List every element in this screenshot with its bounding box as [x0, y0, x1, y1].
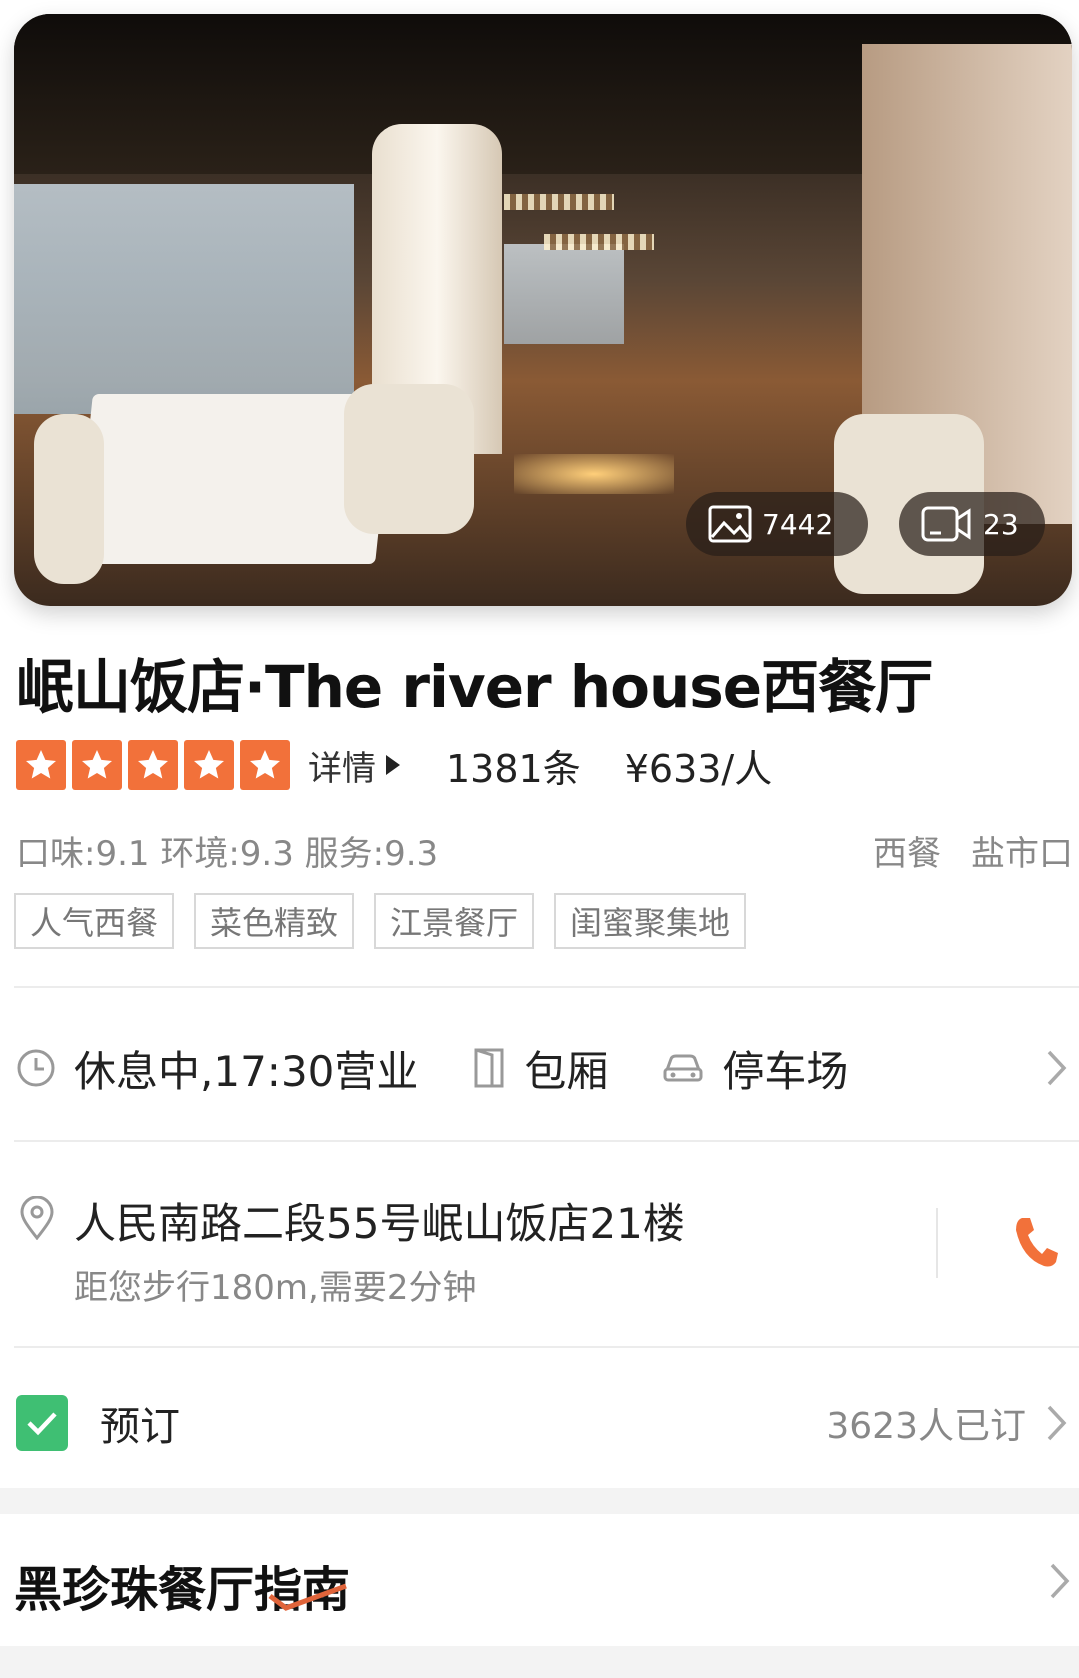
divider — [14, 1140, 1079, 1142]
tag-item[interactable]: 人气西餐 — [14, 893, 175, 949]
star-icon — [16, 740, 66, 790]
checkmark-icon — [16, 1395, 68, 1451]
photo-floor-reflection — [514, 454, 674, 494]
section-separator — [0, 1646, 1079, 1678]
walking-distance: 距您步行180m,需要2分钟 — [74, 1268, 477, 1308]
area-label: 盐市口 — [971, 834, 1073, 874]
private-room-item: 包厢 — [472, 1038, 608, 1099]
photo-window — [14, 184, 354, 414]
checkmark-accent-icon — [268, 1583, 347, 1611]
photo-light — [544, 234, 654, 250]
star-icon — [240, 740, 290, 790]
star-rating — [16, 740, 296, 790]
tag-item[interactable]: 菜色精致 — [194, 893, 355, 949]
chevron-right-icon[interactable] — [1049, 1562, 1071, 1600]
video-count: 23 — [983, 507, 1019, 541]
hours-text: 休息中,17:30营业 — [74, 1046, 419, 1096]
photo-light — [504, 194, 614, 210]
photo-count-button[interactable]: 7442 — [686, 492, 868, 556]
tag-list: 人气西餐 菜色精致 江景餐厅 闺蜜聚集地 — [14, 893, 747, 949]
video-count-button[interactable]: 23 — [899, 492, 1045, 556]
video-icon — [921, 506, 971, 542]
location-pin-icon — [20, 1196, 54, 1240]
hours-item: 休息中,17:30营业 — [16, 1038, 418, 1099]
chevron-right-icon — [1047, 1050, 1067, 1086]
address-row[interactable]: 人民南路二段55号岷山饭店21楼 距您步行180m,需要2分钟 — [16, 1188, 1076, 1328]
tag-item[interactable]: 闺蜜聚集地 — [554, 893, 747, 949]
photo-chair — [344, 384, 474, 534]
photo-chair — [34, 414, 104, 584]
parking-text: 停车场 — [722, 1046, 849, 1096]
photo-count: 7442 — [762, 507, 834, 541]
chevron-right-icon — [1047, 1405, 1067, 1441]
phone-icon[interactable] — [1012, 1214, 1060, 1270]
star-icon — [184, 740, 234, 790]
facilities-row[interactable]: 休息中,17:30营业 包厢 停车场 — [16, 1038, 1076, 1098]
review-count: 1381条 — [446, 746, 581, 791]
divider-vertical — [936, 1208, 938, 1278]
restaurant-name: 岷山饭店·The river house西餐厅 — [16, 653, 933, 721]
divider — [14, 986, 1079, 988]
divider — [14, 1346, 1079, 1348]
star-icon — [72, 740, 122, 790]
booking-count: 3623人已订 — [826, 1406, 1026, 1447]
private-room-text: 包厢 — [524, 1046, 609, 1096]
image-icon — [708, 505, 752, 543]
rating-row: 详情 1381条 ¥633/人 — [16, 738, 772, 792]
door-icon — [474, 1048, 504, 1088]
section-separator — [0, 1488, 1079, 1514]
price-per-person: ¥633/人 — [624, 746, 773, 791]
star-icon — [128, 740, 178, 790]
category-area: 西餐 盐市口 — [873, 826, 1073, 875]
rating-detail-link[interactable]: 详情 — [308, 741, 400, 790]
booking-label: 预订 — [100, 1404, 180, 1450]
detail-label: 详情 — [308, 748, 376, 789]
photo-window-far — [504, 244, 624, 344]
booking-row[interactable]: 预订 3623人已订 — [16, 1388, 1076, 1458]
address-text: 人民南路二段55号岷山饭店21楼 — [74, 1199, 685, 1248]
triangle-right-icon — [386, 755, 400, 775]
category-label: 西餐 — [873, 834, 941, 874]
clock-icon — [17, 1049, 55, 1087]
sub-scores: 口味:9.1 环境:9.3 服务:9.3 — [16, 834, 439, 874]
car-icon — [663, 1054, 703, 1082]
parking-item: 停车场 — [662, 1038, 848, 1099]
tag-item[interactable]: 江景餐厅 — [374, 893, 535, 949]
